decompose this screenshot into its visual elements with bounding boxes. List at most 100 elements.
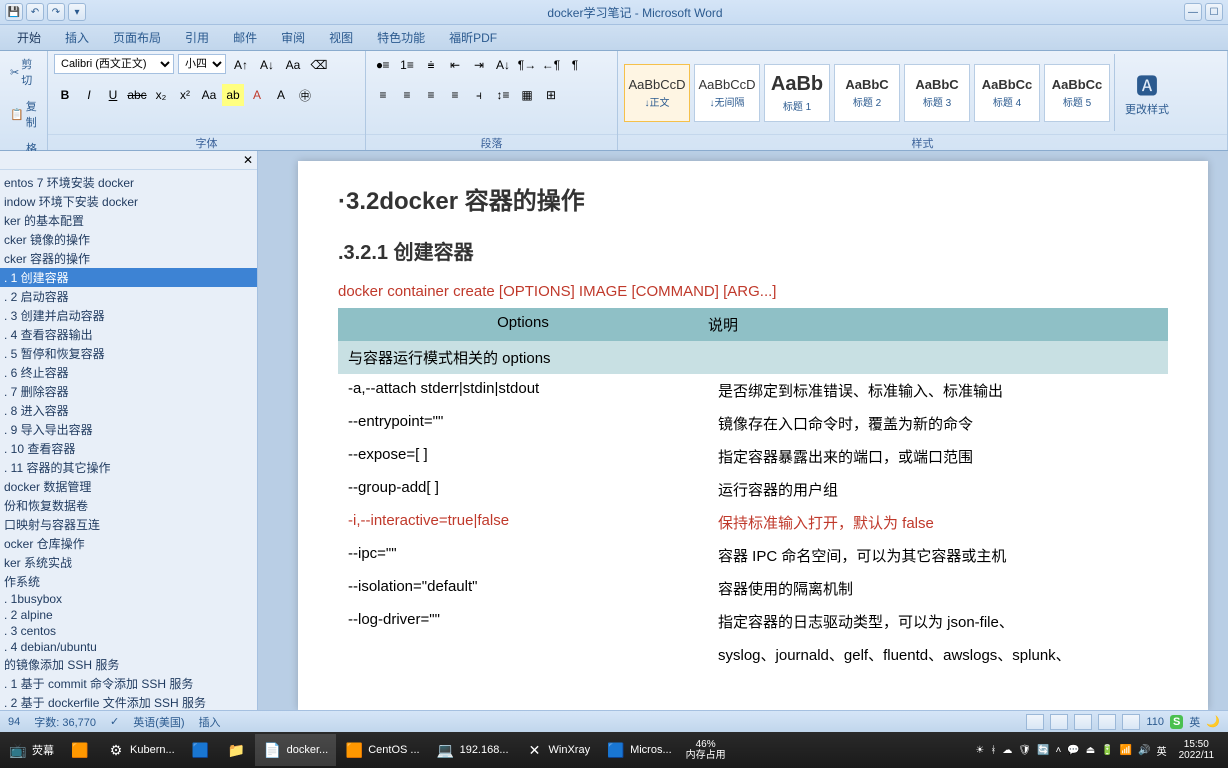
view-draft-icon[interactable] [1122, 714, 1140, 730]
show-marks-icon[interactable]: ¶ [564, 54, 586, 76]
copy-button[interactable]: 📋 复制 [6, 96, 41, 132]
nav-item[interactable]: entos 7 环境安装 docker [0, 173, 257, 192]
nav-item[interactable]: . 3 创建并启动容器 [0, 306, 257, 325]
nav-item[interactable]: . 2 基于 dockerfile 文件添加 SSH 服务 [0, 693, 257, 710]
taskbar-item[interactable]: 🟦 [183, 734, 219, 766]
align-right-icon[interactable]: ≡ [420, 84, 442, 106]
taskbar-item[interactable]: ✕WinXray [517, 734, 599, 766]
numbering-icon[interactable]: 1≡ [396, 54, 418, 76]
taskbar-item[interactable]: 💻192.168... [428, 734, 517, 766]
tray-security-icon[interactable]: 🛡 [1018, 745, 1031, 756]
tab-layout[interactable]: 页面布局 [101, 25, 173, 50]
nav-item[interactable]: ocker 仓库操作 [0, 534, 257, 553]
align-left-icon[interactable]: ≡ [372, 84, 394, 106]
decrease-indent-icon[interactable]: ⇤ [444, 54, 466, 76]
nav-item[interactable]: . 6 终止容器 [0, 363, 257, 382]
nav-item[interactable]: . 7 删除容器 [0, 382, 257, 401]
spellcheck-icon[interactable]: ✓ [110, 715, 119, 728]
tray-usb-icon[interactable]: ⏏ [1086, 745, 1095, 756]
sort-icon[interactable]: A↓ [492, 54, 514, 76]
tray-ime[interactable]: 英 [1157, 743, 1167, 758]
nav-item[interactable]: cker 镜像的操作 [0, 230, 257, 249]
nav-list[interactable]: entos 7 环境安装 dockerindow 环境下安装 dockerker… [0, 170, 257, 710]
tray-bluetooth-icon[interactable]: ᚼ [990, 745, 996, 756]
tray-update-icon[interactable]: 🔄 [1037, 745, 1049, 756]
taskbar-item[interactable]: 📺荧幕 [0, 734, 62, 766]
style-标题 5[interactable]: AaBbCc标题 5 [1044, 64, 1110, 122]
shading-icon[interactable]: ▦ [516, 84, 538, 106]
tab-references[interactable]: 引用 [173, 25, 221, 50]
nav-item[interactable]: . 11 容器的其它操作 [0, 458, 257, 477]
style-标题 3[interactable]: AaBbC标题 3 [904, 64, 970, 122]
style-↓正文[interactable]: AaBbCcD↓正文 [624, 64, 690, 122]
tray-chevron-up-icon[interactable]: ˄ [1055, 745, 1061, 756]
status-page[interactable]: 94 [8, 716, 20, 728]
change-case-icon[interactable]: Aa [282, 54, 304, 76]
save-icon[interactable]: 💾 [5, 3, 23, 21]
subscript-button[interactable]: x₂ [150, 84, 172, 106]
nav-item[interactable]: 的镜像添加 SSH 服务 [0, 655, 257, 674]
nav-item[interactable]: cker 容器的操作 [0, 249, 257, 268]
nav-item[interactable]: . 3 centos [0, 623, 257, 639]
nav-item[interactable]: . 1 创建容器 [0, 268, 257, 287]
nav-item[interactable]: . 9 导入导出容器 [0, 420, 257, 439]
style-标题 1[interactable]: AaBb标题 1 [764, 64, 830, 122]
zoom-level[interactable]: 110 [1146, 716, 1164, 728]
tray-volume-icon[interactable]: 🔊 [1138, 745, 1150, 756]
taskbar-item[interactable]: 🟦Micros... [598, 734, 680, 766]
status-mode[interactable]: 插入 [199, 714, 221, 730]
ltr-icon[interactable]: ¶→ [516, 54, 538, 76]
font-size-select[interactable]: 小四 [178, 54, 226, 74]
nav-item[interactable]: 口映射与容器互连 [0, 515, 257, 534]
dark-mode-icon[interactable]: 🌙 [1206, 715, 1220, 728]
sogou-ime-icon[interactable]: S [1170, 715, 1183, 729]
nav-item[interactable]: . 2 alpine [0, 607, 257, 623]
tab-review[interactable]: 审阅 [269, 25, 317, 50]
nav-item[interactable]: 作系统 [0, 572, 257, 591]
tray-weather-icon[interactable]: ☀ [975, 745, 984, 756]
nav-item[interactable]: . 1busybox [0, 591, 257, 607]
bold-button[interactable]: B [54, 84, 76, 106]
rtl-icon[interactable]: ←¶ [540, 54, 562, 76]
grow-font-icon[interactable]: A↑ [230, 54, 252, 76]
view-print-icon[interactable] [1026, 714, 1044, 730]
char-shading-icon[interactable]: A [270, 84, 292, 106]
superscript-button[interactable]: x² [174, 84, 196, 106]
justify-icon[interactable]: ≡ [444, 84, 466, 106]
nav-close-icon[interactable]: ✕ [243, 153, 253, 167]
taskbar-item[interactable]: 📄docker... [255, 734, 337, 766]
document-area[interactable]: ·3.2docker 容器的操作 .3.2.1 创建容器 docker cont… [258, 151, 1228, 710]
maximize-icon[interactable]: ☐ [1205, 3, 1223, 21]
nav-item[interactable]: 份和恢复数据卷 [0, 496, 257, 515]
cut-button[interactable]: ✂ 剪切 [6, 54, 41, 90]
view-reading-icon[interactable] [1050, 714, 1068, 730]
nav-item[interactable]: indow 环境下安装 docker [0, 192, 257, 211]
ime-lang[interactable]: 英 [1189, 714, 1200, 730]
tab-feature[interactable]: 特色功能 [365, 25, 437, 50]
borders-icon[interactable]: ⊞ [540, 84, 562, 106]
undo-icon[interactable]: ↶ [26, 3, 44, 21]
highlight-icon[interactable]: ab [222, 84, 244, 106]
redo-icon[interactable]: ↷ [47, 3, 65, 21]
nav-item[interactable]: ker 的基本配置 [0, 211, 257, 230]
view-outline-icon[interactable] [1098, 714, 1116, 730]
tray-battery-icon[interactable]: 🔋 [1101, 745, 1113, 756]
style-↓无间隔[interactable]: AaBbCcD↓无间隔 [694, 64, 760, 122]
style-标题 2[interactable]: AaBbC标题 2 [834, 64, 900, 122]
status-words[interactable]: 字数: 36,770 [34, 714, 96, 730]
taskbar-item[interactable]: 🟧 [62, 734, 98, 766]
enclose-icon[interactable]: ㊥ [294, 84, 316, 106]
nav-item[interactable]: . 1 基于 commit 命令添加 SSH 服务 [0, 674, 257, 693]
italic-button[interactable]: I [78, 84, 100, 106]
nav-item[interactable]: ker 系统实战 [0, 553, 257, 572]
distribute-icon[interactable]: ⫞ [468, 84, 490, 106]
clear-format-icon[interactable]: ⌫ [308, 54, 330, 76]
taskbar-item[interactable]: ⚙Kubern... [98, 734, 183, 766]
nav-item[interactable]: . 8 进入容器 [0, 401, 257, 420]
tray-onedrive-icon[interactable]: ☁ [1002, 745, 1012, 756]
clock[interactable]: 15:50 2022/11 [1173, 739, 1220, 761]
strike-button[interactable]: abc [126, 84, 148, 106]
tab-mailings[interactable]: 邮件 [221, 25, 269, 50]
tray-wifi-icon[interactable]: 📶 [1120, 745, 1132, 756]
font-name-select[interactable]: Calibri (西文正文) [54, 54, 174, 74]
